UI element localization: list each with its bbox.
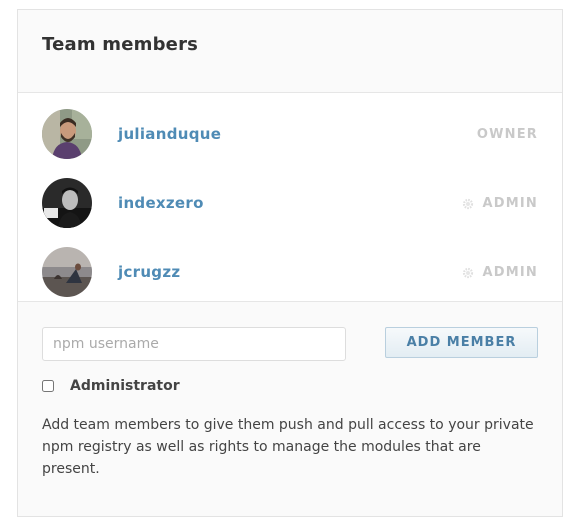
help-text: Add team members to give them push and p… <box>42 417 534 477</box>
panel-header: Team members <box>18 10 562 93</box>
list-item: indexzero ADMIN <box>18 172 562 234</box>
list-item: jcrugzz ADMIN <box>18 241 562 303</box>
page-title: Team members <box>42 34 199 55</box>
member-username-link[interactable]: julianduque <box>118 125 221 143</box>
member-role[interactable]: ADMIN <box>462 196 538 211</box>
gear-icon[interactable] <box>462 198 474 210</box>
add-member-form: ADD MEMBER Administrator Add team member… <box>18 302 562 518</box>
role-label: OWNER <box>476 127 538 142</box>
team-members-panel: Team members julianduque OWNER indexzero… <box>17 9 563 517</box>
add-member-button[interactable]: ADD MEMBER <box>385 327 538 358</box>
npm-username-input[interactable] <box>42 327 346 361</box>
avatar <box>42 178 92 228</box>
member-username-link[interactable]: indexzero <box>118 194 204 212</box>
member-role[interactable]: ADMIN <box>462 265 538 280</box>
administrator-checkbox[interactable] <box>42 380 54 392</box>
gear-icon[interactable] <box>462 267 474 279</box>
administrator-option[interactable]: Administrator <box>42 378 180 394</box>
role-label: ADMIN <box>482 265 538 280</box>
members-list: julianduque OWNER indexzero ADMIN jcrugz… <box>18 93 562 302</box>
role-label: ADMIN <box>482 196 538 211</box>
avatar <box>42 109 92 159</box>
list-item: julianduque OWNER <box>18 103 562 165</box>
member-username-link[interactable]: jcrugzz <box>118 263 180 281</box>
member-role: OWNER <box>477 127 538 142</box>
avatar <box>42 247 92 297</box>
administrator-label: Administrator <box>70 378 180 394</box>
